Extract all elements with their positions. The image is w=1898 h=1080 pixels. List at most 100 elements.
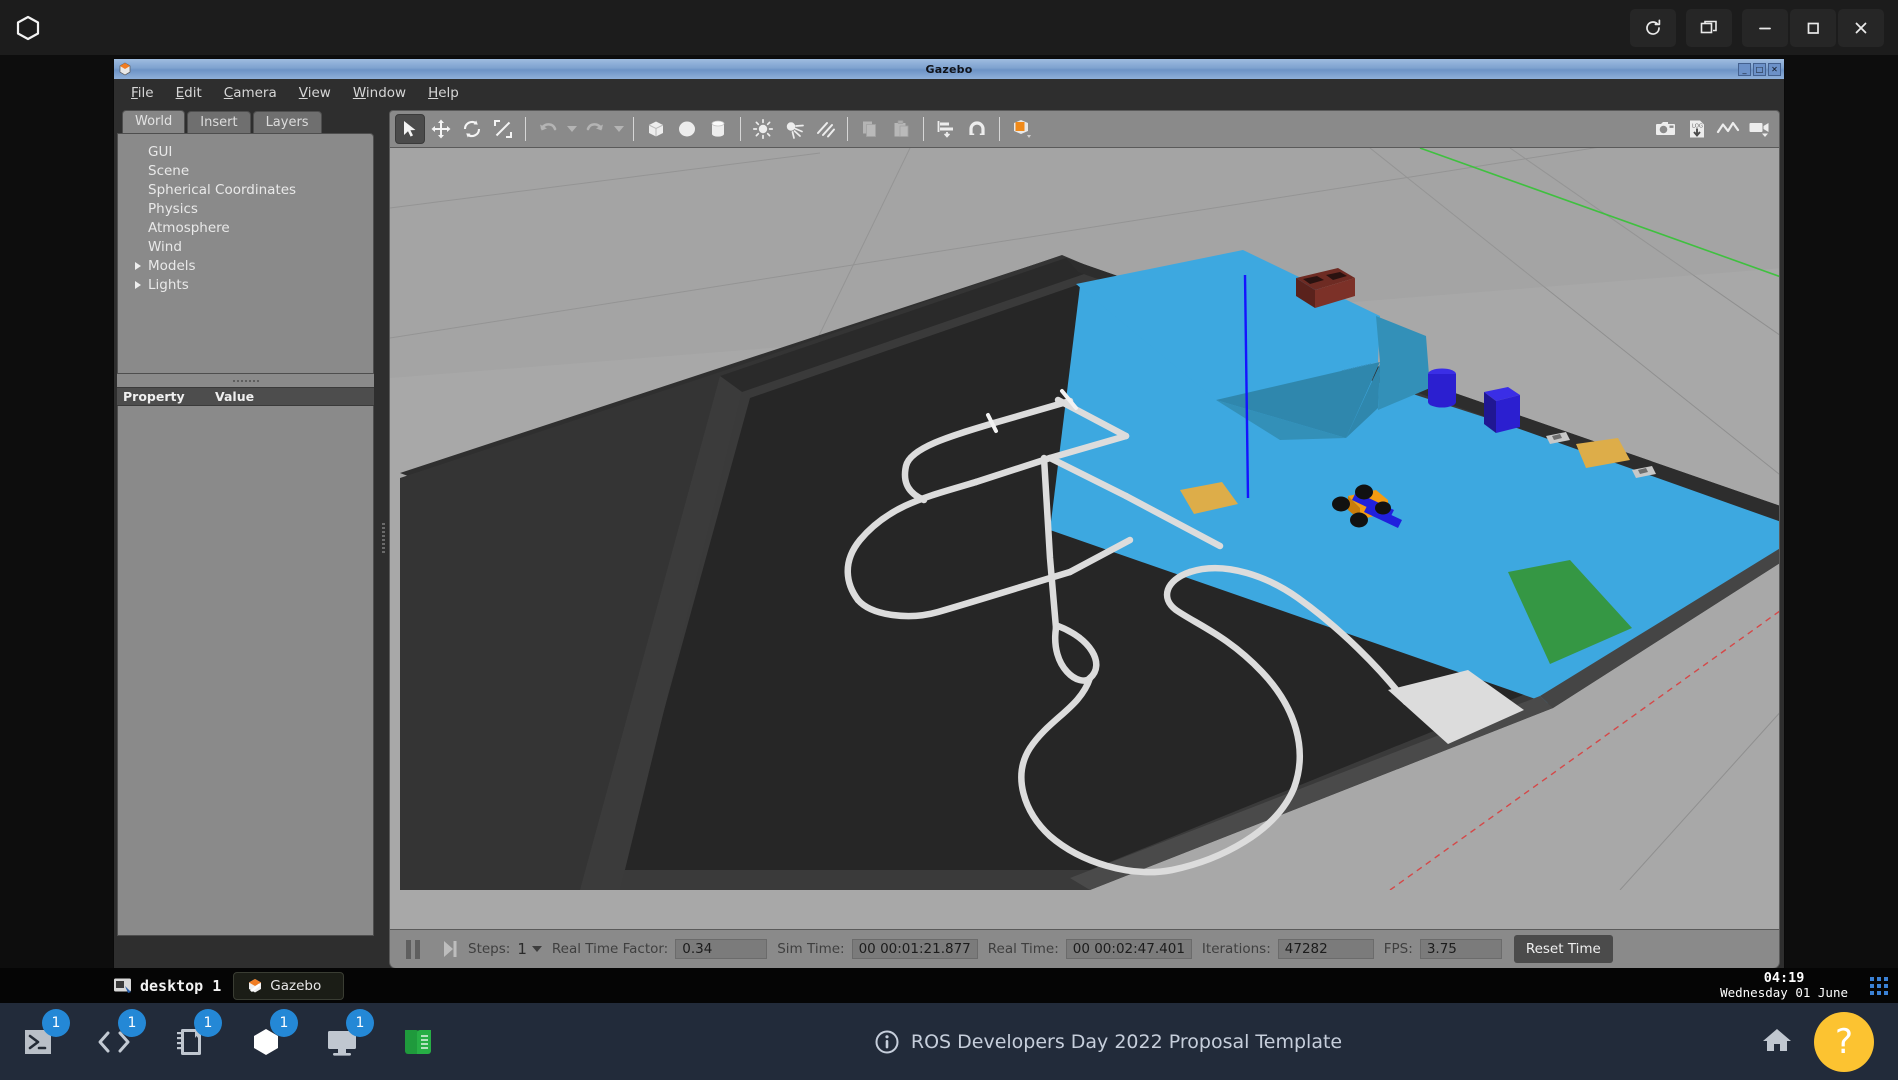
menu-file[interactable]: File [122, 82, 163, 104]
vnc-top-bar [0, 0, 1898, 55]
undo-tool[interactable] [533, 114, 563, 144]
tree-item-scene[interactable]: Scene [118, 161, 373, 180]
taskbar-item-gazebo[interactable]: Gazebo [233, 971, 345, 1000]
dock-status-message: ROS Developers Day 2022 Proposal Templat… [456, 1029, 1760, 1055]
insert-cylinder-tool[interactable] [703, 114, 733, 144]
cube-logo-icon [0, 15, 56, 41]
menu-camera-mnemonic: C [223, 84, 234, 101]
step-forward-icon [444, 941, 457, 957]
iterations-value: 47282 [1277, 939, 1374, 959]
snap-tool[interactable] [962, 114, 992, 144]
real-time-value: 00 00:02:47.401 [1065, 939, 1192, 959]
dock-status-label: ROS Developers Day 2022 Proposal Templat… [910, 1030, 1343, 1053]
tab-world[interactable]: World [122, 110, 186, 133]
tree-item-label: Spherical Coordinates [148, 181, 297, 198]
chevron-right-icon[interactable] [135, 281, 141, 289]
select-mode-tool[interactable] [395, 114, 425, 144]
dock-item-terminal[interactable]: 1 [0, 1003, 76, 1080]
insert-sphere-tool[interactable] [672, 114, 702, 144]
tree-item-label: Scene [148, 162, 190, 179]
dock-item-graphical-tools[interactable]: 1 [304, 1003, 380, 1080]
menu-edit[interactable]: Edit [167, 82, 211, 104]
redo-tool[interactable] [580, 114, 610, 144]
minimize-icon [1759, 27, 1771, 29]
pause-button[interactable] [406, 939, 420, 959]
close-button[interactable] [1838, 8, 1884, 47]
menu-camera[interactable]: Camera [215, 82, 286, 104]
tab-layers[interactable]: Layers [252, 111, 322, 133]
align-tool[interactable] [931, 114, 961, 144]
tree-item-lights[interactable]: Lights [118, 275, 373, 294]
insert-point-light-tool[interactable] [748, 114, 778, 144]
panel-vertical-splitter[interactable] [377, 106, 389, 969]
3d-viewport[interactable] [389, 148, 1780, 929]
undo-history-tool[interactable] [564, 114, 579, 144]
tree-item-gui[interactable]: GUI [118, 142, 373, 161]
menu-help-rest: elp [438, 84, 459, 101]
menu-view-rest: iew [307, 84, 331, 101]
menu-help[interactable]: Help [419, 82, 468, 104]
menu-window[interactable]: Window [344, 82, 415, 104]
tree-item-label: Atmosphere [148, 219, 230, 236]
translate-mode-tool[interactable] [426, 114, 456, 144]
dock-item-gazebo[interactable]: 1 [228, 1003, 304, 1080]
help-button[interactable]: ? [1814, 1011, 1874, 1072]
desktop-switcher[interactable]: desktop 1 [113, 977, 221, 995]
scale-mode-tool[interactable] [488, 114, 518, 144]
panel-horizontal-splitter[interactable] [117, 374, 374, 387]
menu-view[interactable]: View [290, 82, 340, 104]
menu-window-rest: indow [365, 84, 407, 101]
app-grid-icon[interactable] [1870, 976, 1888, 995]
tree-item-spherical-coordinates[interactable]: Spherical Coordinates [118, 180, 373, 199]
redo-history-tool[interactable] [611, 114, 626, 144]
home-button[interactable] [1760, 1025, 1794, 1059]
tree-item-label: Physics [148, 200, 198, 217]
reload-icon [1646, 19, 1661, 35]
align-icon [937, 121, 953, 138]
desktop-window-icon [114, 978, 131, 993]
windows-button[interactable] [1686, 8, 1732, 47]
gazebo-minimize-button[interactable]: _ [1738, 62, 1751, 76]
dock: 1 1 1 1 1 ROS Developers Day 2022 Propos… [0, 1003, 1898, 1080]
minimize-button[interactable] [1742, 8, 1788, 47]
move-arrows-icon [431, 119, 451, 139]
tree-item-atmosphere[interactable]: Atmosphere [118, 218, 373, 237]
real-time-factor-value: 0.34 [675, 939, 768, 959]
gazebo-titlebar[interactable]: Gazebo _ □ ✕ [114, 59, 1784, 79]
paste-tool[interactable] [886, 114, 916, 144]
property-table-header: Property Value [117, 387, 374, 406]
tree-item-wind[interactable]: Wind [118, 237, 373, 256]
gazebo-maximize-button[interactable]: □ [1753, 62, 1766, 76]
dock-item-notebook[interactable]: 1 [152, 1003, 228, 1080]
close-icon [1855, 22, 1867, 33]
tree-item-physics[interactable]: Physics [118, 199, 373, 218]
menu-edit-rest: dit [184, 84, 202, 101]
property-table-body [117, 406, 374, 936]
step-button[interactable] [442, 939, 458, 959]
dock-item-code-editor[interactable]: 1 [76, 1003, 152, 1080]
screenshot-tool[interactable] [1651, 114, 1681, 144]
maximize-button[interactable] [1790, 8, 1836, 47]
rotate-icon [463, 120, 481, 138]
tab-insert[interactable]: Insert [187, 111, 251, 133]
record-video-tool[interactable] [1744, 114, 1774, 144]
reset-time-button[interactable]: Reset Time [1513, 935, 1613, 963]
insert-directional-light-tool[interactable] [810, 114, 840, 144]
rotate-mode-tool[interactable] [457, 114, 487, 144]
menu-camera-rest: amera [233, 84, 277, 101]
gazebo-window-title: Gazebo [925, 62, 973, 76]
chevron-down-icon[interactable] [531, 946, 542, 952]
dock-item-course-notebook[interactable] [380, 1003, 456, 1080]
copy-tool[interactable] [855, 114, 885, 144]
save-log-tool[interactable]: LOG [1682, 114, 1712, 144]
tree-item-models[interactable]: Models [118, 256, 373, 275]
grip-dots-icon [232, 379, 259, 382]
chevron-right-icon[interactable] [135, 262, 141, 270]
insert-spot-light-tool[interactable] [779, 114, 809, 144]
insert-box-tool[interactable] [641, 114, 671, 144]
plot-tool[interactable] [1713, 114, 1743, 144]
tree-item-label: Wind [148, 238, 182, 255]
gazebo-close-button[interactable]: ✕ [1768, 62, 1781, 76]
view-mode-tool[interactable] [1007, 114, 1037, 144]
reload-button[interactable] [1630, 8, 1676, 47]
